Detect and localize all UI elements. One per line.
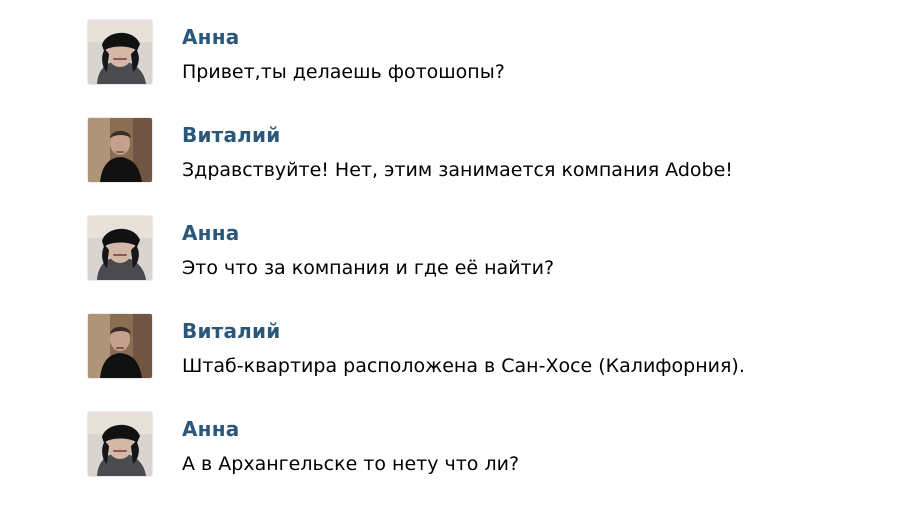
anna-avatar-icon [88,216,152,280]
message-text: Это что за компания и где её найти? [182,257,555,279]
message-item: Виталий Штаб-квартира расположена в Сан-… [86,314,866,384]
message-item: Анна Привет,ты делаешь фотошопы? [86,20,866,90]
avatar[interactable] [88,118,152,182]
message-author[interactable]: Виталий [182,317,280,345]
anna-avatar-icon [88,20,152,84]
message-author[interactable]: Виталий [182,121,280,149]
avatar[interactable] [88,314,152,378]
message-text: Привет,ты делаешь фотошопы? [182,61,505,83]
message-item: Анна Это что за компания и где её найти? [86,216,866,286]
message-text: Здравствуйте! Нет, этим занимается компа… [182,159,733,181]
message-author[interactable]: Анна [182,23,239,51]
anna-avatar-icon [88,412,152,476]
avatar[interactable] [88,20,152,84]
avatar[interactable] [88,412,152,476]
message-author[interactable]: Анна [182,415,239,443]
message-text: Штаб-квартира расположена в Сан-Хосе (Ка… [182,355,745,377]
avatar[interactable] [88,216,152,280]
message-text: А в Архангельске то нету что ли? [182,453,520,475]
chat-history: Анна Привет,ты делаешь фотошопы? Виталий… [0,0,902,508]
message-author[interactable]: Анна [182,219,239,247]
message-item: Анна А в Архангельске то нету что ли? [86,412,866,482]
message-item: Виталий Здравствуйте! Нет, этим занимает… [86,118,866,188]
vitaly-avatar-icon [88,314,152,378]
vitaly-avatar-icon [88,118,152,182]
